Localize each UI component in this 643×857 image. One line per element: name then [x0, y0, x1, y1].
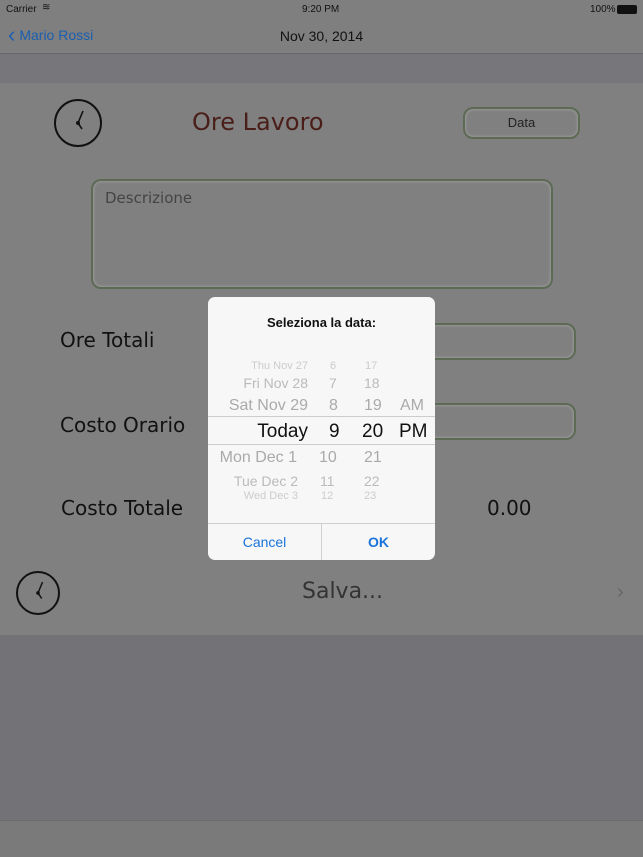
ok-button[interactable]: OK	[322, 523, 435, 560]
description-input[interactable]: Descrizione	[91, 179, 553, 289]
costo-totale-label: Costo Totale	[61, 496, 184, 520]
ore-totali-label: Ore Totali	[60, 328, 155, 352]
header-band	[0, 55, 643, 83]
picker-minute[interactable]: 21	[364, 449, 382, 467]
picker-day[interactable]: Sat Nov 29	[229, 397, 308, 415]
picker-minute[interactable]: 17	[365, 360, 377, 372]
bottom-toolbar	[0, 820, 643, 857]
picker-day[interactable]: Wed Dec 3	[244, 490, 298, 502]
cancel-button[interactable]: Cancel	[208, 523, 322, 560]
picker-minute[interactable]: 23	[364, 490, 376, 502]
picker-day-selected[interactable]: Today	[257, 421, 308, 443]
picker-minute[interactable]: 22	[364, 473, 380, 489]
battery-icon	[617, 5, 637, 14]
costo-orario-label: Costo Orario	[60, 413, 186, 437]
picker-day[interactable]: Fri Nov 28	[243, 375, 308, 391]
picker-hour-selected[interactable]: 9	[329, 421, 340, 443]
picker-am[interactable]: AM	[400, 397, 424, 415]
dialog-title: Seleziona la data:	[266, 315, 377, 330]
form-title: Ore Lavoro	[192, 108, 324, 136]
picker-pm-selected[interactable]: PM	[399, 421, 428, 443]
status-time: 9:20 PM	[302, 4, 340, 15]
picker-minute[interactable]: 18	[364, 375, 380, 391]
picker-hour[interactable]: 7	[329, 375, 337, 391]
date-picker-wheel[interactable]: Thu Nov 27 Fri Nov 28 Sat Nov 29 Today M…	[208, 353, 435, 521]
picker-hour[interactable]: 6	[330, 360, 336, 372]
picker-day[interactable]: Tue Dec 2	[234, 473, 298, 489]
date-button[interactable]: Data	[463, 107, 580, 139]
picker-day[interactable]: Thu Nov 27	[251, 360, 308, 372]
picker-hour[interactable]: 11	[320, 473, 335, 489]
wifi-icon: ≋	[42, 2, 51, 13]
picker-hour[interactable]: 10	[319, 449, 337, 467]
picker-hour[interactable]: 12	[321, 490, 333, 502]
status-bar: Carrier ≋ 9:20 PM 100%	[0, 0, 643, 20]
picker-minute-selected[interactable]: 20	[362, 421, 383, 443]
picker-hour[interactable]: 8	[329, 397, 338, 415]
costo-orario-input[interactable]	[420, 403, 576, 440]
chevron-right-icon: ›	[617, 581, 624, 603]
battery-percent: 100%	[590, 4, 616, 15]
date-picker-dialog: Seleziona la data: Thu Nov 27 Fri Nov 28…	[208, 297, 435, 560]
navigation-bar: ‹ Mario Rossi Nov 30, 2014	[0, 20, 643, 54]
clock-icon	[54, 99, 102, 147]
clock-icon	[16, 571, 60, 615]
nav-title: Nov 30, 2014	[279, 28, 364, 44]
costo-totale-value: 0.00	[487, 496, 532, 520]
carrier-label: Carrier	[6, 4, 37, 15]
save-label: Salva...	[302, 579, 384, 604]
picker-minute[interactable]: 19	[364, 397, 382, 415]
ore-totali-input[interactable]	[420, 323, 576, 360]
picker-day[interactable]: Mon Dec 1	[220, 449, 297, 467]
save-row[interactable]: Salva... ›	[0, 553, 643, 635]
